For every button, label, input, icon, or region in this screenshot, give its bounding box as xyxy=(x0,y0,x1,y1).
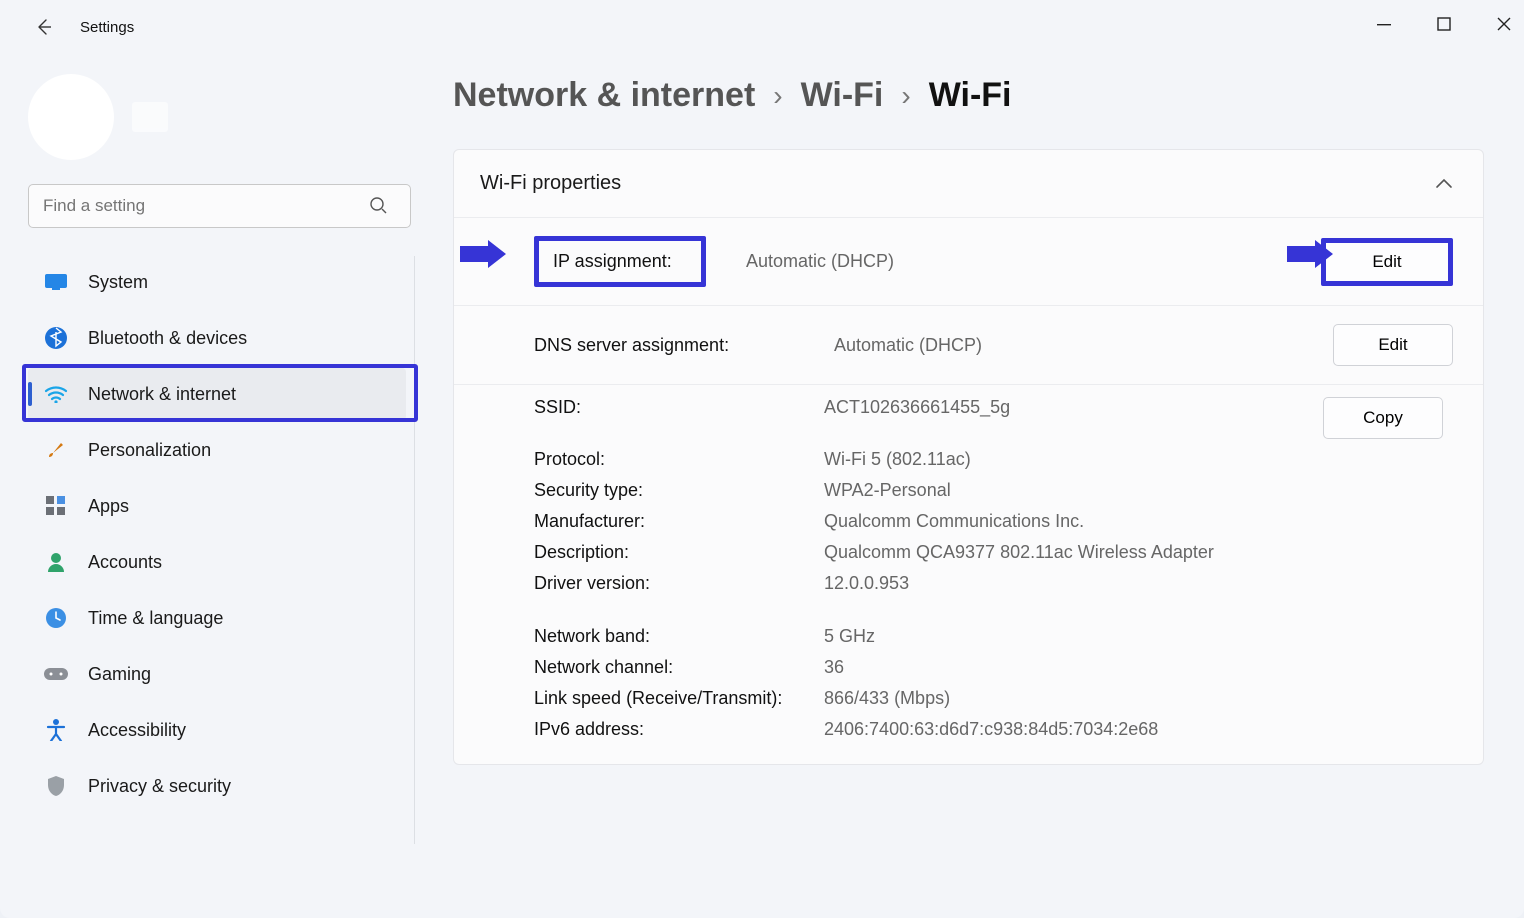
sidebar-label: Accessibility xyxy=(88,720,186,741)
description-value: Qualcomm QCA9377 802.11ac Wireless Adapt… xyxy=(824,542,1323,563)
ip-assignment-label: IP assignment: xyxy=(534,236,706,287)
wifi-properties-card: Wi-Fi properties IP assignment: Automati… xyxy=(453,149,1484,765)
protocol-value: Wi-Fi 5 (802.11ac) xyxy=(824,449,1323,470)
chevron-up-icon xyxy=(1435,172,1453,195)
chevron-right-icon: › xyxy=(773,80,782,112)
sidebar-label: Bluetooth & devices xyxy=(88,328,247,349)
ipv6-value: 2406:7400:63:d6d7:c938:84d5:7034:2e68 xyxy=(824,719,1323,740)
sidebar-label: Gaming xyxy=(88,664,151,685)
row-ip-assignment: IP assignment: Automatic (DHCP) Edit xyxy=(454,218,1483,306)
annotation-arrow xyxy=(460,240,506,268)
accessibility-icon xyxy=(38,719,74,741)
sidebar-item-accounts[interactable]: Accounts xyxy=(28,536,406,588)
sidebar-nav: System Bluetooth & devices Network & int… xyxy=(28,256,415,844)
breadcrumb-current: Wi-Fi xyxy=(929,76,1012,115)
channel-label: Network channel: xyxy=(534,657,824,678)
apps-icon xyxy=(38,496,74,516)
search-input[interactable] xyxy=(28,184,411,228)
description-label: Description: xyxy=(534,542,824,563)
sidebar-label: Network & internet xyxy=(88,384,236,405)
ssid-label: SSID: xyxy=(534,397,824,418)
avatar xyxy=(28,74,114,160)
maximize-icon xyxy=(1437,17,1451,31)
sidebar-label: Accounts xyxy=(88,552,162,573)
sidebar-item-apps[interactable]: Apps xyxy=(28,480,406,532)
dns-edit-button[interactable]: Edit xyxy=(1333,324,1453,366)
sidebar-label: Privacy & security xyxy=(88,776,231,797)
band-value: 5 GHz xyxy=(824,626,1323,647)
close-button[interactable] xyxy=(1494,14,1514,34)
driver-label: Driver version: xyxy=(534,573,824,594)
ip-edit-button[interactable]: Edit xyxy=(1321,238,1453,286)
profile-area[interactable] xyxy=(28,74,415,160)
sidebar-item-time-language[interactable]: Time & language xyxy=(28,592,406,644)
manufacturer-label: Manufacturer: xyxy=(534,511,824,532)
breadcrumb-root[interactable]: Network & internet xyxy=(453,76,755,115)
wifi-icon xyxy=(38,385,74,403)
breadcrumb-mid[interactable]: Wi-Fi xyxy=(801,76,884,115)
profile-text-redacted xyxy=(132,102,168,132)
linkspeed-label: Link speed (Receive/Transmit): xyxy=(534,688,824,709)
card-title: Wi-Fi properties xyxy=(480,172,621,195)
sidebar-item-network[interactable]: Network & internet xyxy=(28,368,406,420)
sidebar-item-personalization[interactable]: Personalization xyxy=(28,424,406,476)
ssid-value: ACT102636661455_5g xyxy=(824,397,1323,418)
close-icon xyxy=(1497,17,1511,31)
security-label: Security type: xyxy=(534,480,824,501)
row-dns-assignment: DNS server assignment: Automatic (DHCP) … xyxy=(454,306,1483,385)
card-expander[interactable]: Wi-Fi properties xyxy=(454,150,1483,218)
annotation-arrow xyxy=(1287,240,1333,268)
clock-icon xyxy=(38,607,74,629)
app-title: Settings xyxy=(80,19,134,36)
sidebar-label: Personalization xyxy=(88,440,211,461)
manufacturer-value: Qualcomm Communications Inc. xyxy=(824,511,1323,532)
sidebar-item-gaming[interactable]: Gaming xyxy=(28,648,406,700)
monitor-icon xyxy=(38,274,74,290)
sidebar-item-bluetooth[interactable]: Bluetooth & devices xyxy=(28,312,406,364)
sidebar-item-system[interactable]: System xyxy=(28,256,406,308)
person-icon xyxy=(38,552,74,572)
network-info-block: SSID: ACT102636661455_5g Copy Protocol: … xyxy=(454,385,1483,764)
protocol-label: Protocol: xyxy=(534,449,824,470)
sidebar-item-privacy[interactable]: Privacy & security xyxy=(28,760,406,812)
ssid-copy-button[interactable]: Copy xyxy=(1323,397,1443,439)
driver-value: 12.0.0.953 xyxy=(824,573,1323,594)
ip-assignment-value: Automatic (DHCP) xyxy=(706,251,1321,272)
maximize-button[interactable] xyxy=(1434,14,1454,34)
active-pill xyxy=(28,382,32,406)
sidebar-label: System xyxy=(88,272,148,293)
gamepad-icon xyxy=(38,666,74,682)
shield-icon xyxy=(38,775,74,797)
bluetooth-icon xyxy=(38,327,74,349)
dns-assignment-label: DNS server assignment: xyxy=(534,335,834,356)
sidebar: System Bluetooth & devices Network & int… xyxy=(0,54,425,918)
minimize-button[interactable] xyxy=(1374,14,1394,34)
sidebar-item-accessibility[interactable]: Accessibility xyxy=(28,704,406,756)
channel-value: 36 xyxy=(824,657,1323,678)
arrow-left-icon xyxy=(34,17,54,37)
security-value: WPA2-Personal xyxy=(824,480,1323,501)
titlebar: Settings xyxy=(0,0,1524,54)
minimize-icon xyxy=(1377,17,1391,31)
ipv6-label: IPv6 address: xyxy=(534,719,824,740)
main-content: Network & internet › Wi-Fi › Wi-Fi Wi-Fi… xyxy=(425,54,1524,918)
search-icon xyxy=(369,196,387,219)
search-wrap xyxy=(28,184,415,228)
sidebar-label: Apps xyxy=(88,496,129,517)
sidebar-label: Time & language xyxy=(88,608,223,629)
linkspeed-value: 866/433 (Mbps) xyxy=(824,688,1323,709)
chevron-right-icon: › xyxy=(901,80,910,112)
dns-assignment-value: Automatic (DHCP) xyxy=(834,335,1333,356)
settings-window: Settings xyxy=(0,0,1524,918)
back-button[interactable] xyxy=(30,13,58,41)
window-controls xyxy=(1374,14,1514,34)
breadcrumb: Network & internet › Wi-Fi › Wi-Fi xyxy=(453,76,1484,115)
brush-icon xyxy=(38,439,74,461)
band-label: Network band: xyxy=(534,626,824,647)
